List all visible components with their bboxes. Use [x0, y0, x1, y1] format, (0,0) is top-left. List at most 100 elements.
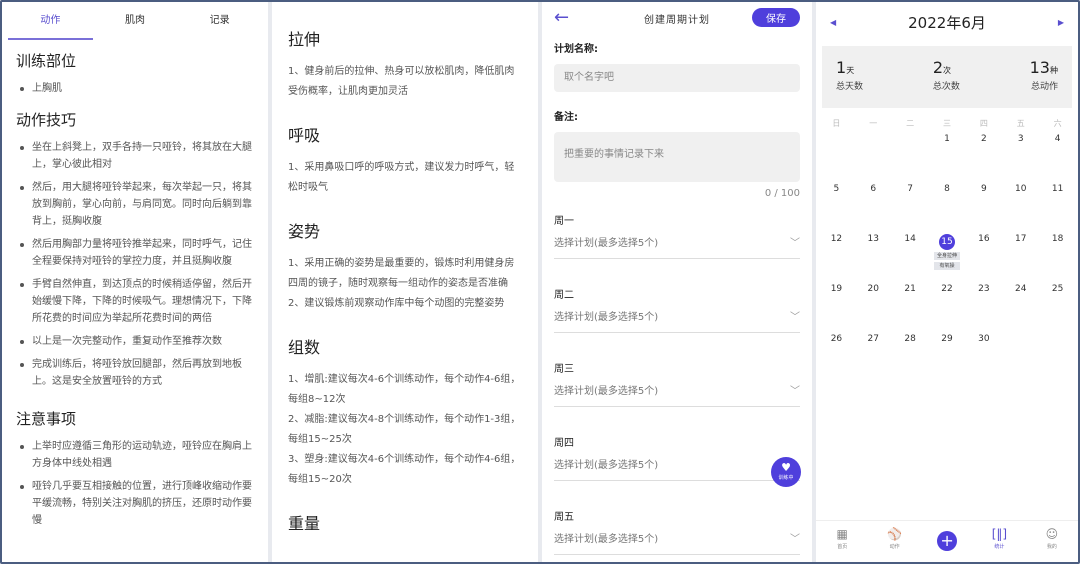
calendar-day[interactable]: 20	[855, 282, 892, 332]
weekday-plan-select[interactable]: 周二选择计划(最多选择5个) ﹀	[554, 290, 800, 333]
calendar-grid: 日一二三四五六 1 2 3 4 5 6 7 8 9 10 11 12 13 14 15 全身拉伸 有氧操 16 17 1…	[818, 118, 1076, 382]
weekday-plan-select[interactable]: 周四 选择计划(最多选择5个)	[554, 438, 800, 481]
list-item: 坐在上斜凳上，双手各持一只哑铃，将其放在大腿上，掌心彼此相对	[20, 139, 254, 173]
nav-item-5[interactable]: ☺ 我的	[1026, 521, 1078, 562]
list-item: 手臂自然伸直，到达顶点的时候稍适停留，然后开始缓慢下降，下降的时候吸气。理想情况…	[20, 276, 254, 327]
calendar-day[interactable]: 16	[965, 232, 1002, 282]
weekday-plan-select[interactable]: 周五选择计划(最多选择5个) ﹀	[554, 512, 800, 555]
day-number: 11	[1051, 184, 1064, 194]
weekday-header: 二	[906, 119, 915, 128]
technique-list: 坐在上斜凳上，双手各持一只哑铃，将其放在大腿上，掌心彼此相对 然后，用大腿将哑铃举…	[20, 139, 254, 390]
calendar-day[interactable]: 26	[818, 332, 855, 382]
stat-item: 1天 总天数	[836, 58, 863, 96]
calendar-day[interactable]: 1	[929, 132, 966, 182]
section-text: 3、塑身:建议每次4-6个训练动作，每个动作4-6组，每组15~20次	[288, 454, 521, 485]
calendar-day[interactable]: 28	[892, 332, 929, 382]
day-number: 5	[833, 184, 840, 194]
plan-dropdown[interactable]: 选择计划(最多选择5个) ﹀	[554, 238, 800, 259]
calendar-day[interactable]: 18	[1039, 232, 1076, 282]
empty-cell	[855, 132, 892, 182]
calendar-day[interactable]: 19	[818, 282, 855, 332]
save-button[interactable]: 保存	[752, 8, 800, 27]
calendar-day[interactable]: 7	[892, 182, 929, 232]
calendar-day[interactable]: 6	[855, 182, 892, 232]
calendar-day[interactable]: 23	[965, 282, 1002, 332]
weekday-plan-select[interactable]: 周一 选择计划(最多选择5个) ﹀	[554, 216, 800, 259]
calendar-day[interactable]: 29	[929, 332, 966, 382]
day-number: 23	[978, 284, 990, 294]
day-number: 15	[938, 234, 955, 250]
calendar-day[interactable]: 17	[1002, 232, 1039, 282]
weekday-label: 周二	[554, 290, 574, 301]
weekday-plan-select[interactable]: 周三 选择计划(最多选择5个) ﹀	[554, 364, 800, 407]
nav-label: 动作	[889, 544, 900, 550]
weekday-header: 五	[1016, 119, 1025, 128]
calendar-day[interactable]: 13	[855, 232, 892, 282]
calendar-day[interactable]: 21	[892, 282, 929, 332]
section-text: 2、减脂:建议每次4-8个训练动作，每个动作1-3组，每组15~25次	[288, 414, 521, 445]
section-text: 1、采用鼻吸口呼的呼吸方式，建议发力时呼气，轻松时吸气	[288, 162, 515, 193]
stat-item: 2次 总次数	[933, 58, 960, 96]
calendar-day[interactable]: 3	[1002, 132, 1039, 182]
day-number: 22	[941, 284, 953, 294]
section-title: 组数	[288, 338, 321, 357]
list-item: 完成训练后，将哑铃放回腿部，然后再放到地板上。这是安全放置哑铃的方式	[20, 356, 254, 390]
stats-summary: 1天 总天数 2次 总次数 13种 总动作	[822, 46, 1072, 108]
calendar-day[interactable]: 12	[818, 232, 855, 282]
calendar-day[interactable]: 25	[1039, 282, 1076, 332]
day-number: 6	[870, 184, 877, 194]
nav-item-3[interactable]: +	[921, 521, 973, 562]
calendar-day[interactable]: 5	[818, 182, 855, 232]
tab-action[interactable]: 动作	[8, 2, 93, 40]
dropdown-placeholder: 选择计划(最多选择5个)	[554, 386, 659, 397]
calendar-day[interactable]: 4	[1039, 132, 1076, 182]
weekday-label: 周五	[554, 512, 574, 523]
day-number: 9	[980, 184, 987, 194]
dropdown-placeholder: 选择计划(最多选择5个)	[554, 534, 659, 545]
day-number: 14	[904, 234, 916, 244]
training-fab[interactable]: ♥ 训练中	[771, 457, 801, 487]
plan-name-label: 计划名称:	[554, 44, 598, 55]
plan-name-input[interactable]: 取个名字吧	[554, 64, 800, 92]
nav-label: 我的	[1046, 544, 1057, 550]
nav-item-2[interactable]: ⚾ 动作	[868, 521, 920, 562]
workout-chip[interactable]: 有氧操	[933, 262, 960, 270]
stat-unit: 次	[943, 66, 951, 75]
calendar-day[interactable]: 24	[1002, 282, 1039, 332]
calendar-day[interactable]: 14	[892, 232, 929, 282]
calendar-day[interactable]: 8	[929, 182, 966, 232]
nav-item-1[interactable]: ▦ 首页	[816, 521, 868, 562]
heart-pulse-icon: ♥	[781, 461, 791, 474]
day-number: 2	[980, 134, 987, 144]
note-textarea[interactable]: 把重要的事情记录下来	[554, 132, 800, 182]
stat-number: 13	[1029, 58, 1050, 77]
calendar-day[interactable]: 27	[855, 332, 892, 382]
nav-item-4[interactable]: [‖] 统计	[973, 521, 1025, 562]
tab-bar: 动作 肌肉 记录	[8, 2, 262, 40]
calendar-day[interactable]: 15 全身拉伸有氧操	[929, 232, 966, 282]
plan-dropdown[interactable]: 选择计划(最多选择5个)	[554, 460, 800, 481]
calendar-day[interactable]: 22	[929, 282, 966, 332]
plan-dropdown[interactable]: 选择计划(最多选择5个) ﹀	[554, 534, 800, 555]
plan-dropdown[interactable]: 选择计划(最多选择5个) ﹀	[554, 312, 800, 333]
tab-muscle[interactable]: 肌肉	[93, 2, 178, 40]
day-number: 26	[830, 334, 843, 344]
day-number: 29	[941, 334, 953, 344]
prev-month-icon[interactable]: ◀	[830, 18, 836, 27]
calendar-day[interactable]: 10	[1002, 182, 1039, 232]
day-number: 12	[830, 234, 843, 244]
section-text: 1、采用正确的姿势是最重要的，锻炼时利用健身房四周的镜子，随时观察每一组动作的姿…	[288, 258, 515, 289]
calendar-day[interactable]: 2	[965, 132, 1002, 182]
tab-record[interactable]: 记录	[177, 2, 262, 40]
plan-dropdown[interactable]: 选择计划(最多选择5个) ﹀	[554, 386, 800, 407]
calendar-day[interactable]: 30	[965, 332, 1002, 382]
day-number: 13	[867, 234, 879, 244]
back-arrow-icon[interactable]: ←	[554, 7, 569, 28]
weekday-header: 三	[942, 119, 951, 128]
list-item: 然后用胸部力量将哑铃推举起来，同时呼气，记住全程要保持对哑铃的掌控力度，并且挺胸…	[20, 236, 254, 270]
calendar-day[interactable]: 11	[1039, 182, 1076, 232]
stats-calendar-screen: ◀ 2022年6月 ▶ 1天 总天数 2次 总次数 13种 总动作 日一二三四五六1234…	[816, 2, 1078, 562]
next-month-icon[interactable]: ▶	[1058, 18, 1064, 27]
calendar-day[interactable]: 9	[965, 182, 1002, 232]
workout-chip[interactable]: 全身拉伸	[933, 252, 960, 260]
